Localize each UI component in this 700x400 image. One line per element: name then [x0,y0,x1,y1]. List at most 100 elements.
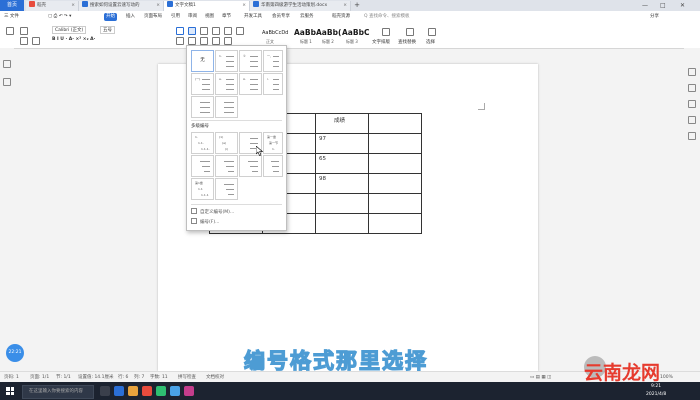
menu-item-layout[interactable]: 页面布局 [144,11,162,23]
command-search[interactable]: Q 查找命令、搜索模板 [364,11,409,23]
taskbar-search-input[interactable]: 在这里输入你要搜索的内容 [22,385,94,399]
table-cell[interactable] [368,193,422,214]
style-preview-h2[interactable]: AaBb( [316,26,341,40]
numbering-option[interactable]: i. [263,73,283,95]
align-center-icon[interactable] [188,37,196,45]
restore-button[interactable]: □ [660,0,666,11]
multilevel-option[interactable]: 第一章 第一节 1. [263,132,283,154]
share-button[interactable]: 分享 [650,11,659,23]
align-left-icon[interactable] [176,37,184,45]
sort-icon[interactable] [224,27,232,35]
close-window-button[interactable]: ✕ [680,0,685,11]
table-cell[interactable] [368,213,422,234]
find-replace-icon[interactable] [406,28,414,36]
menu-item-cloud[interactable]: 云服务 [300,11,314,23]
app-icon[interactable] [184,386,194,396]
side-tool-icon[interactable] [688,132,696,140]
table-cell[interactable]: 65 [315,153,369,174]
multilevel-option[interactable]: 第1章 1.1 1.1.1 [191,178,214,200]
windows-start-icon[interactable] [6,387,14,395]
tab-docx[interactable]: 华南第四级游学生活动策划.docx × [250,1,351,11]
table-cell[interactable] [368,133,422,154]
side-tool-icon[interactable] [688,116,696,124]
file-menu[interactable]: 三 文件 [4,11,19,23]
custom-numbering-link[interactable]: 自定义编号(M)... [191,208,234,215]
multilevel-option[interactable] [215,155,238,177]
new-tab-button[interactable]: + [352,0,362,11]
outdent-icon[interactable] [212,27,220,35]
copy-icon[interactable] [20,37,28,45]
paste-icon[interactable] [6,27,14,35]
wechat-icon[interactable] [156,386,166,396]
table-cell[interactable]: 97 [315,133,369,154]
app-icon[interactable] [170,386,180,396]
numbering-option[interactable]: 1. [215,50,238,72]
format-painter-icon[interactable] [32,37,40,45]
cut-icon[interactable] [20,27,28,35]
side-tool-icon[interactable] [688,68,696,76]
table-cell[interactable] [315,213,369,234]
table-cell[interactable] [315,193,369,214]
outline-icon[interactable] [3,78,11,86]
home-tab[interactable]: 首页 [0,0,24,11]
font-size-select[interactable]: 五号 [100,26,115,34]
menu-item-view[interactable]: 视图 [205,11,214,23]
wps-icon[interactable] [142,386,152,396]
minimize-button[interactable]: — [642,0,648,11]
align-right-icon[interactable] [200,37,208,45]
numbering-dialog-link[interactable]: 编号(F)... [191,218,219,225]
numbering-option[interactable]: A. [239,73,262,95]
numbering-none-option[interactable]: 无 [191,50,214,72]
justify-icon[interactable] [212,37,220,45]
indent-icon[interactable] [200,27,208,35]
folder-icon[interactable] [128,386,138,396]
numbering-list-icon[interactable] [188,27,196,35]
numbering-option[interactable]: 一、 [263,50,283,72]
close-tab-icon[interactable]: × [156,1,160,11]
style-preview-h1[interactable]: AaBb [294,26,316,40]
table-cell[interactable] [368,173,422,194]
side-tool-icon[interactable] [688,84,696,92]
numbering-option[interactable]: (一) [191,73,214,95]
close-tab-icon[interactable]: × [242,1,246,11]
style-preview-normal[interactable]: AaBbCcDd [262,26,288,40]
text-layout-icon[interactable] [382,28,390,36]
show-marks-icon[interactable] [236,27,244,35]
table-cell[interactable] [368,113,422,134]
table-cell[interactable]: 98 [315,173,369,194]
font-name-select[interactable]: Calibri (正文) [52,26,87,34]
edge-icon[interactable] [114,386,124,396]
menu-item-start[interactable]: 开始 [104,13,117,21]
numbering-option[interactable] [191,96,214,118]
menu-item-resources[interactable]: 稻壳资源 [332,11,350,23]
tab-search[interactable]: 搜索如何设置云速写动的 × [79,1,164,11]
bullet-list-icon[interactable] [176,27,184,35]
line-spacing-icon[interactable] [224,37,232,45]
menu-item-insert[interactable]: 插入 [126,11,135,23]
taskbar-clock[interactable]: 9:21 2021/4/8 [646,383,666,399]
multilevel-option[interactable] [263,155,283,177]
multilevel-option[interactable] [215,178,238,200]
table-cell[interactable] [368,153,422,174]
multilevel-option[interactable] [239,155,262,177]
table-cell[interactable]: 成绩 [315,113,369,134]
style-preview-h3[interactable]: AaBbC [342,26,369,40]
task-view-icon[interactable] [100,386,110,396]
multilevel-option[interactable] [191,155,214,177]
font-format-icons[interactable]: B I U · A· ×² ×₂ A· [52,37,95,42]
timer-avatar[interactable]: 22:21 [6,344,24,362]
menu-item-review[interactable]: 审阅 [188,11,197,23]
multilevel-option[interactable]: 1. 1.1. 1.1.1. [191,132,214,154]
numbering-option[interactable]: ① [239,50,262,72]
select-icon[interactable] [428,28,436,36]
menu-item-devtools[interactable]: 开发工具 [244,11,262,23]
menu-item-reference[interactable]: 引用 [171,11,180,23]
tab-document-1[interactable]: 文字文稿1 × [164,1,250,11]
multilevel-option[interactable]: (1) (a) (i) [215,132,238,154]
numbering-option[interactable] [215,96,238,118]
menu-item-section[interactable]: 章节 [222,11,231,23]
close-tab-icon[interactable]: × [343,1,347,11]
menu-item-member[interactable]: 会员专享 [272,11,290,23]
tab-daoke[interactable]: 稻壳 × [26,1,79,11]
side-tool-icon[interactable] [688,100,696,108]
